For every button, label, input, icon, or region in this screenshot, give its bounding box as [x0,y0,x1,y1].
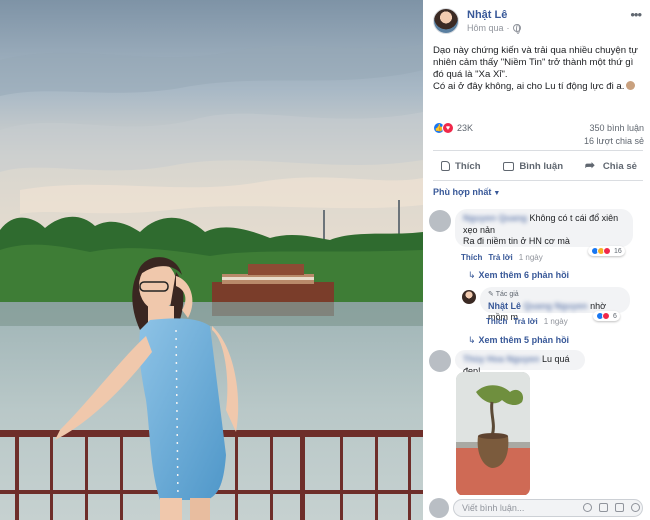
mentioned-name[interactable]: Quang Nguyen [524,301,588,311]
post-caption: Dạo này chứng kiến và trải qua nhiều chu… [433,45,638,93]
share-button[interactable]: Chia sẻ [578,158,645,172]
thumbs-up-icon [441,161,450,171]
reply-reactions[interactable]: 6 [593,311,620,321]
post-stats: 350 bình luận 16 lượt chia sẻ [584,122,644,148]
comment-composer: Viết bình luận... [423,495,650,520]
love-reaction-icon: ♥ [442,122,454,134]
lakeside-photo [0,0,423,520]
commenter-name[interactable]: Thùy Hoa Nguyen [463,354,540,364]
comment-meta: Thích Trả lời 1 ngày [461,253,543,262]
post-photo[interactable] [0,0,423,520]
comment-button[interactable]: Bình luận [495,161,571,172]
love-reaction-icon [602,312,610,320]
action-bar: Thích Bình luận Chia sẻ [433,155,645,177]
sort-label: Phù hợp nhất [433,187,492,197]
reaction-count: 23K [457,123,474,133]
post-time[interactable]: Hôm qua [467,23,504,33]
comment-image[interactable] [456,372,530,496]
post-meta: Hôm qua · [467,23,521,34]
commenter-avatar[interactable] [429,350,451,372]
comment-bubble: Thùy Hoa Nguyen Lu quá đẹp! [455,350,585,376]
author-avatar[interactable] [433,8,459,34]
reply-time[interactable]: 1 ngày [544,317,568,326]
emoji-picker-icon[interactable] [583,503,592,512]
reply-arrow-icon: ↳ [468,335,476,345]
share-count[interactable]: 16 lượt chia sẻ [584,135,644,148]
caret-down-icon: ▼ [493,190,501,197]
comment-text: Ra đi niềm tin ở HN cơ mà [463,236,570,246]
post-header: Nhật Lê Hôm qua · ••• [433,8,643,36]
comment-label: Bình luận [519,160,564,172]
comment-icon [503,161,515,171]
caption-line: Dạo này chứng kiến và trải qua nhiều chu… [433,45,638,80]
reply-reply-link[interactable]: Trả lời [513,317,537,326]
comment-like-link[interactable]: Thích [461,253,482,262]
reply-author-name[interactable]: Nhật Lê [488,301,521,311]
author-name[interactable]: Nhật Lê [467,9,507,21]
more-replies-label: Xem thêm 5 phản hồi [478,335,570,345]
love-reaction-icon [603,247,611,255]
comment-sort-dropdown[interactable]: Phù hợp nhất ▼ [433,187,500,197]
like-button[interactable]: Thích [433,161,489,172]
gif-icon[interactable] [615,503,624,512]
reply-reaction-count: 6 [613,312,617,320]
reply-bubble: ✎ Tác giả Nhật Lê Quang Nguyen nhờ mồm m [480,287,630,322]
view-more-replies[interactable]: ↳ Xem thêm 5 phản hồi [468,335,569,346]
author-avatar-small[interactable] [462,290,476,304]
post-sidebar: Nhật Lê Hôm qua · ••• Dạo này chứng kiến… [423,0,650,520]
caption-line: Có ai ở đây không, ai cho Lu tí động lực… [433,81,625,92]
emoji-icon [626,81,636,90]
view-more-replies[interactable]: ↳ Xem thêm 6 phản hồi [468,270,569,281]
reply-meta: Thích Trả lời 1 ngày [486,317,568,326]
comment-reaction-count: 16 [614,247,622,255]
comment-reply-link[interactable]: Trả lời [488,253,512,262]
divider [433,180,643,181]
author-tag: Tác giả [495,291,519,298]
comment-count[interactable]: 350 bình luận [584,122,644,135]
reaction-summary[interactable]: 👍 ♥ 23K [433,122,473,134]
share-label: Chia sẻ [602,160,637,172]
more-replies-label: Xem thêm 6 phản hồi [478,270,570,280]
divider [433,150,643,151]
reply-like-link[interactable]: Thích [486,317,507,326]
comment-bubble: Nguyen Quang Không có t cái đổ xiên xẹo … [455,209,633,247]
bonsai-photo [456,372,530,496]
share-icon [585,158,598,172]
comment-reactions[interactable]: 16 [588,246,625,256]
commenter-avatar[interactable] [429,210,451,232]
reply-arrow-icon: ↳ [468,270,476,280]
like-label: Thích [455,160,481,172]
commenter-name[interactable]: Nguyen Quang [463,213,527,223]
camera-icon[interactable] [599,503,608,512]
more-options-icon[interactable]: ••• [630,8,642,21]
viewer-avatar [429,498,449,518]
globe-icon [512,24,521,34]
sticker-icon[interactable] [631,503,640,512]
comment-time[interactable]: 1 ngày [519,253,543,262]
author-tag-icon: ✎ [488,291,494,298]
